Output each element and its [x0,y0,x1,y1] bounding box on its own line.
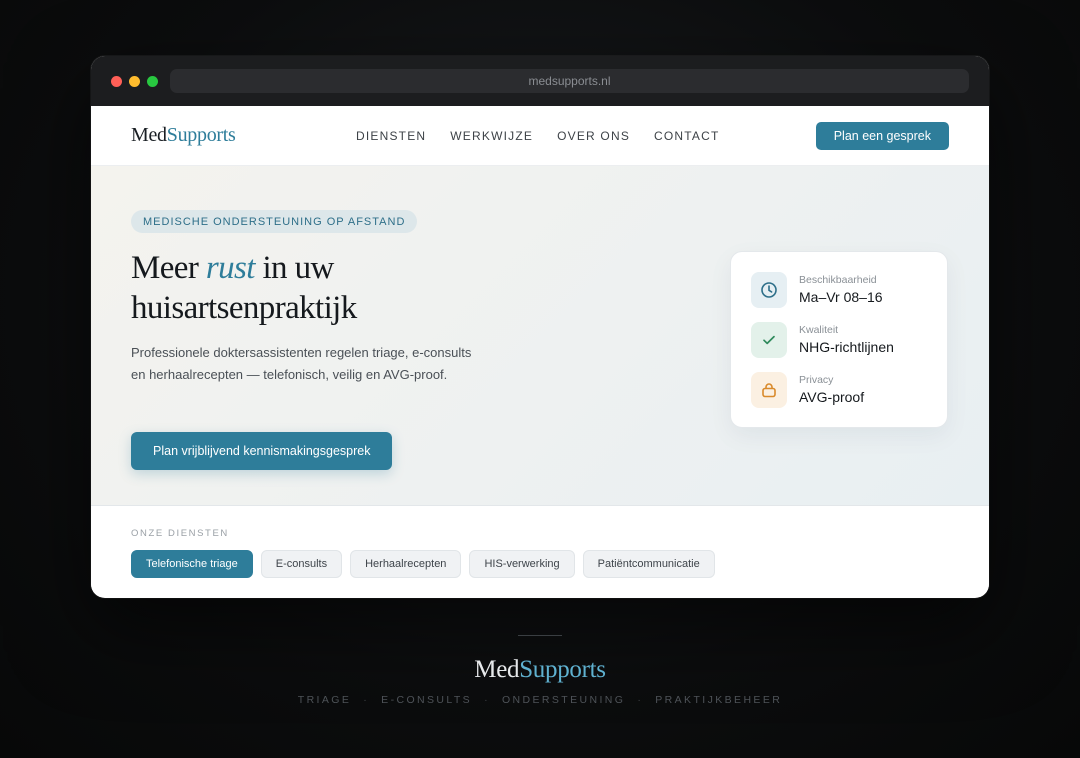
feature-value: Ma–Vr 08–16 [799,289,883,305]
footer-logo: MedSupports [0,656,1080,684]
headline-emphasis: rust [205,250,256,286]
hero-section: MEDISCHE ONDERSTEUNING OP AFSTAND Meer r… [91,166,989,506]
lock-icon [751,372,787,408]
services-chip-list: Telefonische triage E-consults Herhaalre… [131,550,715,578]
hero-eyebrow-badge: MEDISCHE ONDERSTEUNING OP AFSTAND [131,210,418,233]
hero-lead-text: Professionele doktersassistenten regelen… [131,345,472,382]
close-window-dot[interactable] [111,76,122,87]
check-icon [751,322,787,358]
nav-link-werkwijze[interactable]: WERKWIJZE [450,129,533,143]
footer-separator: · [637,694,644,706]
nav-link-over-ons[interactable]: OVER ONS [557,129,630,143]
chip-e-consults[interactable]: E-consults [260,550,343,578]
footer-logo-part2: Supports [519,656,606,683]
nav-link-contact[interactable]: CONTACT [654,129,720,143]
feature-label: Kwaliteit [799,324,839,336]
chip-herhaalrecepten[interactable]: Herhaalrecepten [350,550,462,578]
footer-tagline: TRIAGE · E-CONSULTS · ONDERSTEUNING · PRAKTIJK… [0,694,1080,706]
services-section: ONZE DIENSTEN Telefonische triage E-cons… [91,506,989,597]
chip-his-verwerking[interactable]: HIS-verwerking [469,550,575,578]
feature-label: Privacy [799,374,834,386]
feature-row-quality: Kwaliteit NHG-richtlijnen [751,322,927,358]
logo-part1: Med [131,124,167,146]
footer-tag: TRIAGE [297,694,352,706]
footer-separator: · [363,694,370,706]
minimize-window-dot[interactable] [129,76,140,87]
headline-pre: Meer [131,250,206,286]
chip-telefonische-triage[interactable]: Telefonische triage [131,550,253,578]
site-header: MedSupports DIENSTEN WERKWIJZE OVER ONS … [91,106,989,166]
footer-separator: · [484,694,490,706]
feature-label: Beschikbaarheid [799,274,877,286]
main-menu: DIENSTEN WERKWIJZE OVER ONS CONTACT [356,129,720,143]
clock-icon [751,272,787,308]
address-bar[interactable]: medsupports.nl [170,69,969,93]
nav-link-diensten[interactable]: DIENSTEN [356,129,426,143]
footer-tag: E-CONSULTS [381,694,473,706]
chip-patientcommunicatie[interactable]: Patiëntcommunicatie [582,550,715,578]
browser-window: medsupports.nl MedSupports DIENSTEN WERK… [91,56,989,598]
feature-row-privacy: Privacy AVG-proof [751,372,927,408]
services-label: ONZE DIENSTEN [131,528,229,539]
plan-gesprek-button[interactable]: Plan een gesprek [815,122,949,150]
features-card: Beschikbaarheid Ma–Vr 08–16 Kwaliteit NH… [730,251,948,428]
feature-value: NHG-richtlijnen [799,339,894,355]
feature-row-availability: Beschikbaarheid Ma–Vr 08–16 [751,272,927,308]
maximize-window-dot[interactable] [147,76,158,87]
site-logo[interactable]: MedSupports [131,124,236,147]
hero-headline: Meer rust in uw huisartsenpraktijk [131,248,551,328]
feature-value: AVG-proof [799,389,865,405]
footer-divider [518,635,562,636]
footer-tag: PRAKTIJKBEHEER [655,694,783,706]
footer-tag: ONDERSTEUNING [501,694,626,706]
browser-chrome: medsupports.nl [91,56,989,106]
footer-logo-part1: Med [474,656,520,683]
kennismaking-button[interactable]: Plan vrijblijvend kennismakingsgesprek [131,432,393,470]
logo-part2: Supports [166,124,236,146]
